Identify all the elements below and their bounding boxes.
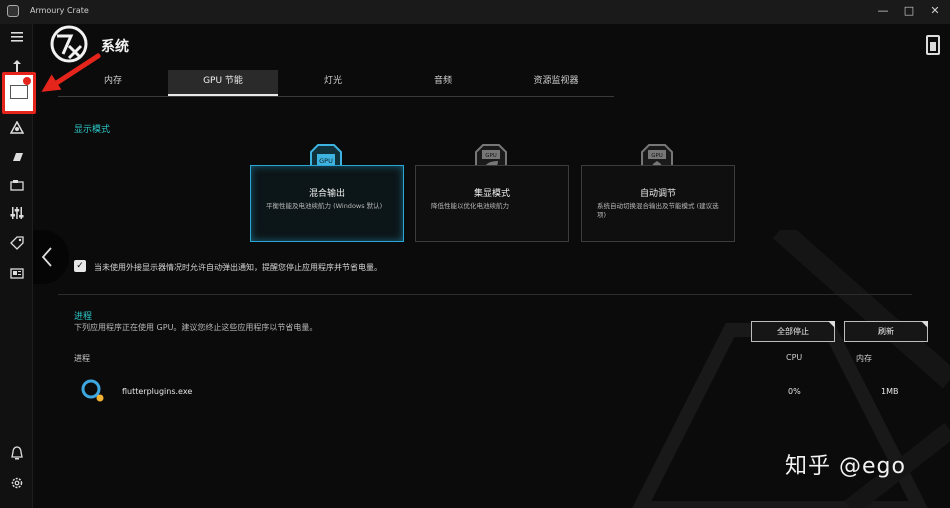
chevron-left-icon <box>41 247 52 267</box>
mode-title: 自动调节 <box>639 189 676 199</box>
mode-title: 混合输出 <box>308 189 345 199</box>
section-divider <box>58 294 912 295</box>
notify-checkbox[interactable]: ✓ <box>74 260 86 272</box>
tab-resource-monitor[interactable]: 资源监视器 <box>498 70 614 96</box>
settings-sliders-icon[interactable] <box>8 204 26 222</box>
settings-gear-icon[interactable] <box>8 474 26 492</box>
process-name: flutterplugins.exe <box>122 387 193 396</box>
maximize-button[interactable]: □ <box>896 3 922 19</box>
process-memory: 1MB <box>881 387 899 396</box>
stop-all-button[interactable]: 全部停止 <box>751 321 835 342</box>
minimize-button[interactable]: — <box>870 3 896 19</box>
mode-card-hybrid[interactable]: 混合输出 平衡性能及电池续航力 (Windows 默认) <box>250 165 404 242</box>
process-cpu: 0% <box>788 387 801 396</box>
column-header-process: 进程 <box>74 354 90 363</box>
mode-card-auto[interactable]: 自动调节 系统自动切换混合输出及节能模式 (建议选项) <box>581 165 735 242</box>
notify-checkbox-label: 当未使用外接显示器情况时允许自动弹出通知，提醒您停止应用程序并节省电量。 <box>94 263 382 272</box>
tab-gpu-power-saving[interactable]: GPU 节能 <box>168 70 278 96</box>
tab-memory[interactable]: 内存 <box>58 70 168 96</box>
display-mode-label: 显示模式 <box>74 125 111 135</box>
refresh-button[interactable]: 刷新 <box>844 321 928 342</box>
app-title: Armoury Crate <box>30 6 89 15</box>
watermark-text: 知乎 @ego <box>785 454 906 479</box>
sidebar-item-device-system[interactable] <box>2 72 36 114</box>
notification-badge <box>23 77 31 85</box>
process-description: 下列应用程序正在使用 GPU。建议您终止这些应用程序以节省电量。 <box>74 323 318 332</box>
page-title: 系统 <box>101 39 129 55</box>
device-system-icon <box>10 85 28 99</box>
close-button[interactable]: ✕ <box>922 3 948 19</box>
user-center-icon[interactable] <box>8 444 26 462</box>
tab-audio[interactable]: 音频 <box>388 70 498 96</box>
mode-description: 降低性能以优化电池续航力 <box>431 202 509 210</box>
tab-lighting[interactable]: 灯光 <box>278 70 388 96</box>
mode-title: 集显模式 <box>473 189 510 199</box>
game-library-icon[interactable] <box>8 148 26 166</box>
rog-logo-icon <box>50 25 88 63</box>
process-section-label: 进程 <box>74 312 93 322</box>
mode-description: 平衡性能及电池续航力 (Windows 默认) <box>266 202 383 210</box>
scenario-profiles-icon[interactable] <box>8 176 26 194</box>
svg-text:GPU: GPU <box>319 157 333 165</box>
svg-text:GPU: GPU <box>651 153 663 159</box>
mode-description: 系统自动切换混合输出及节能模式 (建议选项) <box>597 202 719 219</box>
mode-card-integrated[interactable]: 集显模式 降低性能以优化电池续航力 <box>415 165 569 242</box>
menu-icon[interactable] <box>8 28 26 46</box>
column-header-cpu: CPU <box>786 353 803 362</box>
collapse-panel-button[interactable] <box>33 230 69 284</box>
tab-bar: 内存 GPU 节能 灯光 音频 资源监视器 <box>58 70 614 97</box>
news-icon[interactable] <box>8 264 26 282</box>
svg-text:GPU: GPU <box>485 153 497 159</box>
title-bar: Armoury Crate — □ ✕ <box>0 0 950 24</box>
column-header-memory: 内存 <box>856 354 872 363</box>
battery-icon[interactable] <box>926 35 940 55</box>
flutter-app-icon <box>81 379 104 402</box>
app-logo-icon <box>7 5 19 17</box>
aura-icon[interactable] <box>8 118 26 136</box>
deals-tag-icon[interactable] <box>8 234 26 252</box>
